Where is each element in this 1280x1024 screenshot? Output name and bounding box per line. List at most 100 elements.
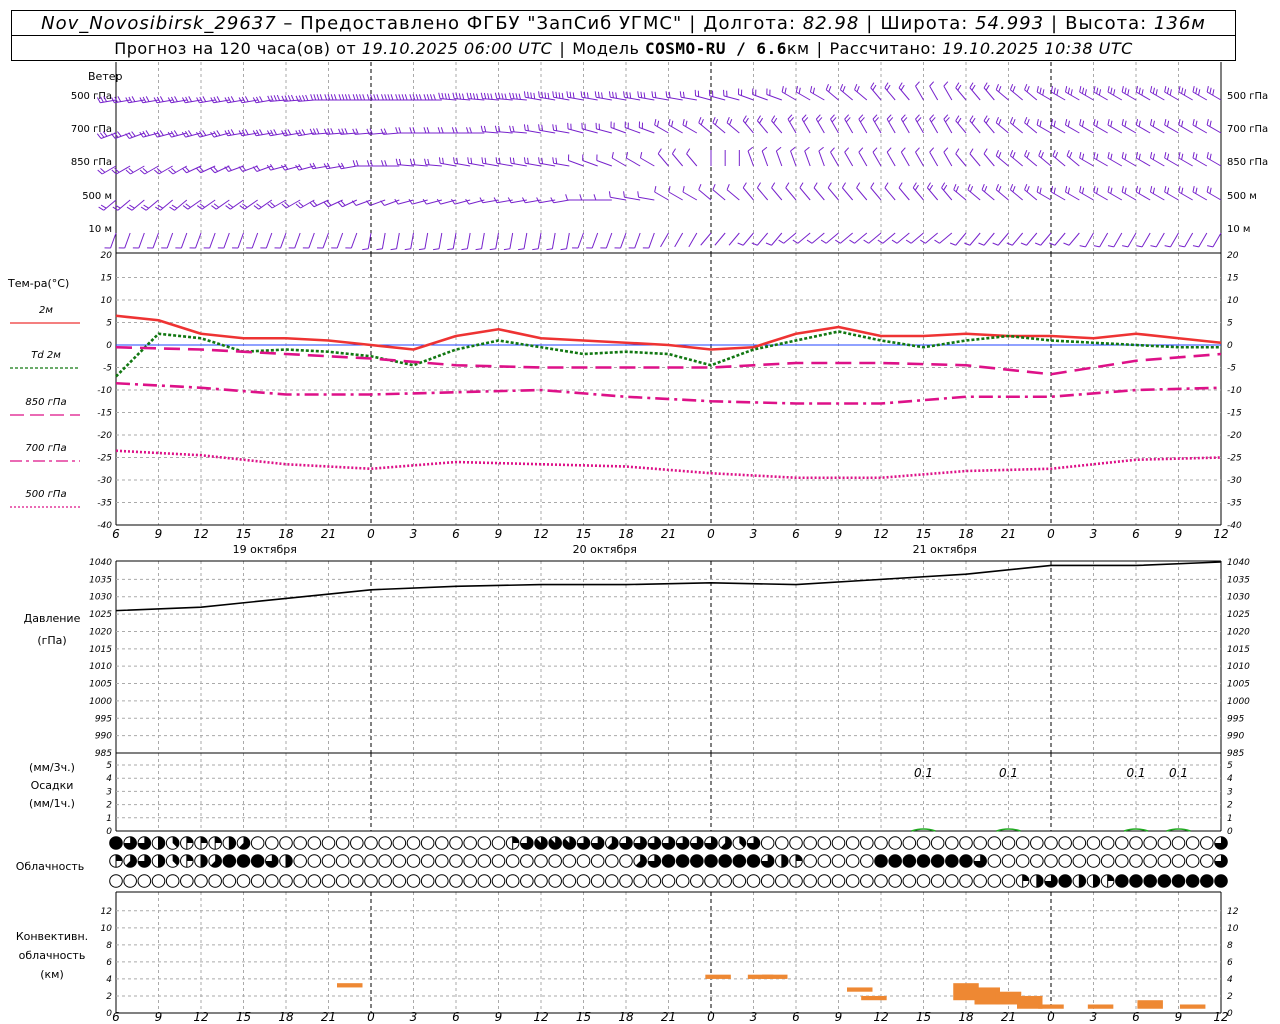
wind-barb-flag: [555, 91, 558, 98]
wind-barb-staff: [158, 165, 173, 175]
temp-tick-right: -40: [1227, 521, 1242, 531]
cloud-symbol: [789, 874, 803, 888]
wind-barb-flag: [1206, 186, 1209, 193]
hour-tick-label: 0: [1047, 527, 1055, 541]
hour-tick-label: 18: [618, 527, 634, 541]
wind-barb-flag: [100, 168, 106, 173]
wind-barb-flag: [1121, 86, 1124, 93]
wind-barb-staff: [771, 120, 783, 134]
hour-tick-label: 9: [1175, 527, 1183, 541]
wind-barb-flag: [1124, 153, 1127, 160]
wind-barb-flag: [886, 147, 892, 153]
wind-barb-flag: [481, 157, 484, 164]
wind-barb-staff: [712, 122, 726, 134]
wind-barb-staff: [639, 127, 655, 134]
wind-barb-flag: [230, 96, 235, 102]
wind-barb-flag: [466, 127, 469, 134]
wind-barb-flag: [213, 203, 220, 208]
cloud-symbol: [845, 874, 860, 888]
wind-barb-flag: [555, 157, 558, 164]
wind-barb-staff: [223, 232, 230, 249]
wind-barb-flag: [856, 86, 860, 92]
wind-barb-staff: [166, 232, 174, 249]
hour-tick-label: 9: [155, 527, 163, 541]
wind-barb-staff: [626, 157, 641, 167]
wind-barb-flag: [594, 91, 597, 98]
wind-barb-flag: [527, 157, 529, 164]
wind-barb-staff: [425, 164, 442, 167]
wind-barb-flag: [877, 239, 884, 244]
wind-barb-staff: [1079, 91, 1094, 101]
cloud-symbol: [392, 854, 407, 868]
wind-barb-flag: [173, 130, 178, 136]
wind-barb-flag: [943, 147, 949, 153]
wind-barb-staff: [424, 232, 429, 249]
hour-tick-label-bottom: 9: [155, 1010, 163, 1024]
wind-barb-flag: [1121, 119, 1124, 126]
cloud-symbol-fill: [781, 854, 789, 868]
wind-barb-flag: [566, 91, 569, 98]
cloud-symbol: [321, 854, 336, 868]
wind-barb-flag: [1198, 89, 1201, 96]
wind-barb-staff: [1141, 232, 1151, 248]
wind-barb-flag: [287, 95, 292, 102]
wind-barb-flag: [995, 83, 999, 90]
wind-barb-flag: [969, 115, 974, 122]
hour-tick-label-bottom: 3: [1090, 1010, 1098, 1024]
wind-barb-flag: [213, 96, 218, 103]
wind-barb-flag: [97, 169, 103, 175]
cloud-symbol: [180, 874, 194, 888]
wind-barb-staff: [747, 150, 754, 167]
wind-barb-flag: [916, 117, 922, 123]
conv-tick-left: 2: [106, 992, 112, 1002]
wind-barb-flag: [1166, 87, 1170, 94]
cloud-symbol: [279, 836, 293, 850]
cloud-symbol-fill: [109, 836, 123, 850]
wind-barb-staff: [510, 162, 527, 167]
wind-barb-flag: [381, 160, 384, 167]
cloud-symbol: [675, 874, 690, 888]
wind-barb-flag: [747, 146, 754, 152]
hour-tick-label-bottom: 21: [321, 1010, 336, 1024]
cloud-symbol: [534, 874, 548, 888]
wind-barb-staff: [983, 153, 995, 167]
wind-barb-flag: [671, 120, 674, 127]
wind-barb-staff: [766, 94, 783, 101]
wind-barb-staff: [1192, 157, 1208, 167]
wind-barb-flag: [955, 82, 960, 89]
wind-barb-flag: [884, 182, 889, 189]
cloud-symbol-fill: [229, 836, 236, 850]
hour-tick-label: 12: [1213, 527, 1228, 541]
wind-barb-flag: [309, 202, 315, 208]
wind-barb-flag: [949, 242, 956, 246]
wind-barb-flag: [1135, 119, 1139, 126]
wind-barb-staff: [1150, 157, 1165, 167]
wind-barb-flag: [156, 96, 161, 103]
cloud-symbol: [463, 836, 477, 850]
wind-barb-flag: [830, 114, 835, 120]
wind-barb-flag: [682, 119, 685, 126]
wind-barb-flag: [523, 157, 526, 164]
wind-barb-staff: [300, 199, 315, 209]
wind-barb-flag: [1192, 152, 1195, 159]
wind-barb-flag: [905, 239, 912, 244]
cloud-symbol: [1115, 836, 1129, 850]
cloud-symbol: [888, 874, 902, 888]
wind-barb-flag: [1138, 153, 1141, 160]
cloud-symbol-fill: [1200, 874, 1214, 888]
wind-barb-staff: [756, 120, 769, 134]
cloud-symbol-fill: [512, 836, 519, 843]
wind-barb-flag: [409, 94, 413, 101]
wind-barb-staff: [1164, 91, 1179, 101]
wind-barb-flag: [1053, 87, 1056, 94]
wind-barb-flag: [139, 169, 145, 175]
wind-barb-flag: [737, 242, 744, 246]
wind-barb-flag: [159, 96, 164, 102]
conv-unit: (км): [40, 968, 64, 981]
wind-barb-staff: [440, 162, 457, 167]
cloud-symbol: [633, 874, 647, 888]
precip-tick-left: 2: [106, 801, 112, 811]
wind-barb-flag: [181, 131, 186, 138]
wind-barb-flag: [586, 92, 589, 99]
wind-barb-staff: [898, 87, 910, 101]
